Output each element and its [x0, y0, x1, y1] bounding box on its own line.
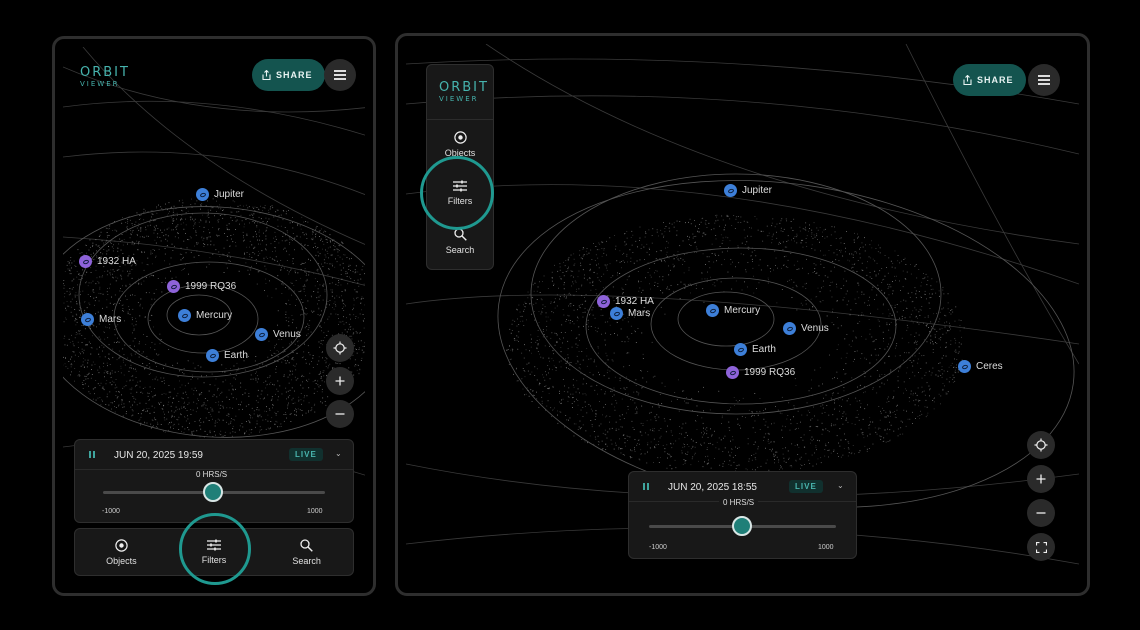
- zoom-in-button[interactable]: [1027, 465, 1055, 493]
- filters-icon: [453, 180, 467, 192]
- time-rate: 0 HRS/S: [719, 498, 759, 507]
- body-label-jupiter[interactable]: Jupiter: [724, 184, 772, 197]
- asteroid-icon: [79, 255, 92, 268]
- body-label-1932-ha[interactable]: 1932 HA: [79, 255, 136, 268]
- body-label-mercury[interactable]: Mercury: [706, 304, 760, 317]
- hamburger-icon: [1038, 79, 1050, 81]
- current-date: JUN 20, 2025 19:59: [114, 450, 203, 461]
- logo-subtitle: VIEWER: [80, 80, 120, 88]
- time-control-panel: JUN 20, 2025 18:55 LIVE ⌄ 0 HRS/S -1000 …: [628, 471, 857, 559]
- body-label-earth[interactable]: Earth: [734, 343, 776, 356]
- planet-icon: [610, 307, 623, 320]
- planet-icon: [196, 188, 209, 201]
- objects-icon: [453, 131, 467, 144]
- share-button[interactable]: SHARE: [953, 64, 1026, 96]
- phone-frame: ORBIT VIEWER SHARE Jupiter 1932 HA 1999 …: [52, 36, 376, 596]
- nav-objects[interactable]: Objects: [75, 529, 168, 575]
- locate-icon: [1034, 438, 1048, 452]
- body-label-mars[interactable]: Mars: [610, 307, 650, 320]
- pause-icon[interactable]: [89, 451, 95, 458]
- time-rate: 0 HRS/S: [192, 470, 232, 479]
- pause-icon[interactable]: [643, 483, 649, 490]
- zoom-in-button[interactable]: [326, 367, 354, 395]
- search-icon: [453, 228, 467, 241]
- live-button[interactable]: LIVE: [789, 480, 823, 493]
- share-icon: [262, 70, 271, 80]
- planet-icon: [706, 304, 719, 317]
- logo-subtitle: VIEWER: [439, 95, 479, 103]
- fullscreen-button[interactable]: [1027, 533, 1055, 561]
- minus-icon: [1036, 512, 1046, 514]
- nav-filters[interactable]: Filters: [427, 180, 493, 206]
- planet-icon: [255, 328, 268, 341]
- objects-icon: [115, 538, 128, 552]
- body-label-mars[interactable]: Mars: [81, 313, 121, 326]
- current-date: JUN 20, 2025 18:55: [668, 482, 757, 493]
- time-panel-header: JUN 20, 2025 19:59 LIVE ⌄: [75, 440, 353, 470]
- app-logo: ORBIT VIEWER: [80, 66, 130, 88]
- body-label-jupiter[interactable]: Jupiter: [196, 188, 244, 201]
- body-label-venus[interactable]: Venus: [783, 322, 829, 335]
- body-label-earth[interactable]: Earth: [206, 349, 248, 362]
- fullscreen-icon: [1035, 541, 1047, 553]
- slider-thumb[interactable]: [203, 482, 223, 502]
- asteroid-icon: [597, 295, 610, 308]
- slider-thumb[interactable]: [732, 516, 752, 536]
- tablet-screen: ORBIT VIEWER Objects Filters Search SHAR…: [406, 44, 1079, 585]
- search-icon: [300, 538, 313, 552]
- logo-title: ORBIT: [439, 80, 489, 95]
- planet-icon: [958, 360, 971, 373]
- hamburger-icon: [334, 74, 346, 76]
- zoom-out-button[interactable]: [1027, 499, 1055, 527]
- slider-max: 1000: [307, 508, 323, 515]
- body-label-1999-rq36[interactable]: 1999 RQ36: [726, 366, 795, 379]
- nav-search[interactable]: Search: [260, 529, 353, 575]
- planet-icon: [783, 322, 796, 335]
- app-logo: ORBIT VIEWER: [439, 81, 489, 103]
- nav-search[interactable]: Search: [427, 228, 493, 255]
- share-button[interactable]: SHARE: [252, 59, 325, 91]
- nav-filters[interactable]: Filters: [168, 529, 261, 575]
- logo-title: ORBIT: [80, 65, 130, 80]
- asteroid-icon: [167, 280, 180, 293]
- filters-icon: [207, 539, 221, 551]
- share-icon: [963, 75, 972, 85]
- tablet-frame: ORBIT VIEWER Objects Filters Search SHAR…: [395, 33, 1090, 596]
- asteroid-icon: [726, 366, 739, 379]
- planet-icon: [81, 313, 94, 326]
- nav-objects[interactable]: Objects: [427, 131, 493, 158]
- planet-icon: [734, 343, 747, 356]
- body-label-ceres[interactable]: Ceres: [958, 360, 1003, 373]
- planet-icon: [206, 349, 219, 362]
- share-label: SHARE: [276, 70, 313, 80]
- phone-screen: ORBIT VIEWER SHARE Jupiter 1932 HA 1999 …: [63, 47, 365, 585]
- menu-button[interactable]: [1028, 64, 1060, 96]
- chevron-down-icon[interactable]: ⌄: [335, 449, 342, 458]
- locate-icon: [333, 341, 347, 355]
- divider: [427, 119, 493, 120]
- plus-icon: [1036, 474, 1046, 484]
- recenter-button[interactable]: [326, 334, 354, 362]
- planet-icon: [178, 309, 191, 322]
- share-label: SHARE: [977, 75, 1014, 85]
- minus-icon: [335, 413, 345, 415]
- plus-icon: [335, 376, 345, 386]
- planet-icon: [724, 184, 737, 197]
- side-nav: ORBIT VIEWER Objects Filters Search: [426, 64, 494, 270]
- recenter-button[interactable]: [1027, 431, 1055, 459]
- body-label-venus[interactable]: Venus: [255, 328, 301, 341]
- slider-min: -1000: [102, 508, 120, 515]
- slider-max: 1000: [818, 544, 834, 551]
- live-button[interactable]: LIVE: [289, 448, 323, 461]
- chevron-down-icon[interactable]: ⌄: [837, 481, 844, 490]
- zoom-out-button[interactable]: [326, 400, 354, 428]
- menu-button[interactable]: [324, 59, 356, 91]
- bottom-nav: Objects Filters Search: [74, 528, 354, 576]
- slider-min: -1000: [649, 544, 667, 551]
- time-control-panel: JUN 20, 2025 19:59 LIVE ⌄ 0 HRS/S -1000 …: [74, 439, 354, 523]
- body-label-mercury[interactable]: Mercury: [178, 309, 232, 322]
- body-label-1999-rq36[interactable]: 1999 RQ36: [167, 280, 236, 293]
